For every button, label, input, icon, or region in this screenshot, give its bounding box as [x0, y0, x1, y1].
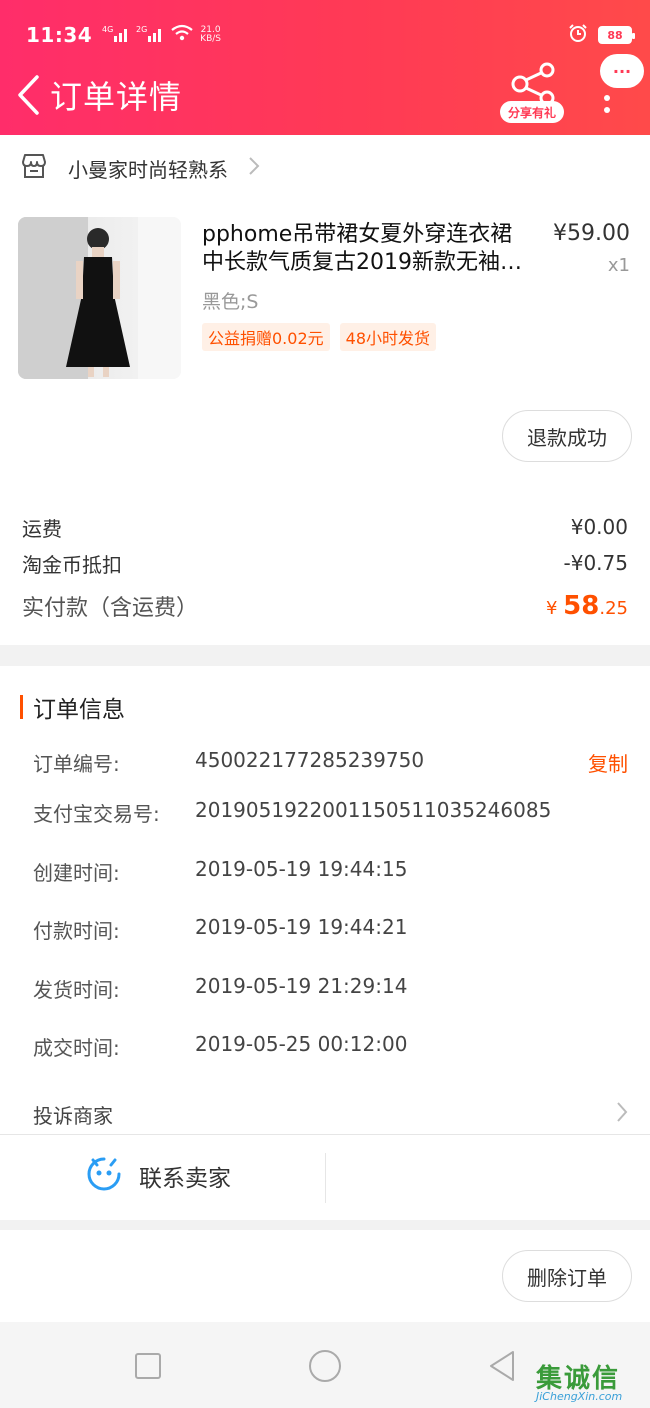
- product-quantity: x1: [607, 255, 630, 276]
- info-value: 450022177285239750: [195, 748, 425, 772]
- header-bar: 11:34 4G 2G 21.0 KB/S 88 订单详情 分享有礼 ···: [0, 0, 650, 135]
- info-row-completed: 成交时间: 2019-05-25 00:12:00: [33, 1026, 628, 1085]
- chevron-right-icon: [616, 1101, 628, 1128]
- square-icon: [135, 1353, 161, 1379]
- circle-icon: [309, 1350, 341, 1382]
- order-card: 小曼家时尚轻熟系 pphome吊带裙女夏外穿连衣裙中长款气质复古2019新款无袖…: [0, 135, 650, 645]
- status-icons: 4G 2G 21.0 KB/S: [102, 24, 221, 46]
- net-speed: 21.0 KB/S: [200, 26, 221, 44]
- shipping-label: 运费: [22, 516, 62, 541]
- contact-label: 联系卖家: [139, 1166, 231, 1192]
- divider: [325, 1153, 326, 1203]
- contact-seller-button[interactable]: 联系卖家: [85, 1155, 231, 1197]
- info-value: 2019-05-19 19:44:21: [195, 915, 408, 939]
- info-row-shipped: 发货时间: 2019-05-19 21:29:14: [33, 968, 628, 1027]
- action-bar: 删除订单: [0, 1230, 650, 1322]
- net-speed-unit: KB/S: [200, 34, 221, 44]
- info-row-created: 创建时间: 2019-05-19 19:44:15: [33, 851, 628, 910]
- info-value: 2019051922001150511035246085: [195, 798, 552, 822]
- watermark-sub: JiChengXin.com: [536, 1390, 623, 1403]
- info-value: 2019-05-19 19:44:15: [195, 856, 408, 881]
- info-row-paid: 付款时间: 2019-05-19 19:44:21: [33, 909, 628, 968]
- info-label: 付款时间:: [33, 919, 120, 943]
- product-title: pphome吊带裙女夏外穿连衣裙中长款气质复古2019新款无袖…: [202, 222, 522, 275]
- share-icon: [511, 62, 555, 106]
- accent-bar: [20, 695, 23, 719]
- signal-icon-2: 2G: [136, 24, 164, 46]
- chat-face-icon: [85, 1155, 123, 1197]
- fee-summary: 运费 ¥0.00 淘金币抵扣 -¥0.75 实付款（含运费） ¥ 58.25: [22, 509, 628, 631]
- status-bar: 11:34 4G 2G 21.0 KB/S 88: [26, 18, 635, 52]
- shop-header[interactable]: 小曼家时尚轻熟系: [20, 151, 260, 185]
- coin-row: 淘金币抵扣 -¥0.75: [22, 545, 628, 581]
- home-button[interactable]: [305, 1346, 345, 1386]
- info-row-alipay: 支付宝交易号: 2019051922001150511035246085: [33, 792, 628, 851]
- message-bubble-icon[interactable]: ···: [600, 54, 644, 88]
- total-integer: 58: [563, 591, 600, 621]
- total-currency: ¥: [545, 598, 558, 619]
- info-label: 订单编号:: [33, 752, 120, 776]
- copy-button[interactable]: 复制: [588, 748, 628, 777]
- total-decimal: .25: [599, 598, 628, 619]
- info-label: 成交时间:: [33, 1036, 120, 1060]
- coin-label: 淘金币抵扣: [22, 552, 122, 577]
- info-label: 发货时间:: [33, 977, 120, 1002]
- total-label: 实付款（含运费）: [22, 596, 199, 621]
- battery-icon: 88: [598, 26, 635, 44]
- page-title: 订单详情: [50, 78, 183, 116]
- recent-apps-button[interactable]: [128, 1346, 168, 1386]
- back-button[interactable]: [8, 65, 48, 125]
- delete-order-button[interactable]: 删除订单: [502, 1250, 632, 1302]
- order-info-card: 订单信息 订单编号: 450022177285239750 复制 支付宝交易号:…: [0, 666, 650, 1134]
- product-item[interactable]: pphome吊带裙女夏外穿连衣裙中长款气质复古2019新款无袖… ¥59.00 …: [18, 217, 632, 379]
- product-price: ¥59.00: [553, 221, 630, 246]
- net-a-label: 4G: [102, 25, 113, 34]
- complain-label: 投诉商家: [33, 1103, 113, 1128]
- system-back-button[interactable]: [482, 1346, 522, 1386]
- chevron-left-icon: [18, 75, 39, 115]
- nav-row: 订单详情 分享有礼 ···: [0, 54, 650, 130]
- total-row: 实付款（含运费） ¥ 58.25: [22, 581, 628, 631]
- signal-icon: 4G: [102, 24, 130, 46]
- status-time: 11:34: [26, 23, 93, 47]
- share-label: 分享有礼: [500, 101, 564, 123]
- tag-charity: 公益捐赠0.02元: [202, 323, 330, 351]
- product-sku: 黑色;S: [202, 291, 259, 313]
- product-image: [18, 217, 181, 379]
- coin-value: -¥0.75: [563, 551, 628, 575]
- contact-bar: 联系卖家: [0, 1134, 650, 1220]
- order-info-list: 订单编号: 450022177285239750 复制 支付宝交易号: 2019…: [33, 742, 628, 1085]
- watermark-logo: 集诚信 JiChengXin.com: [536, 1358, 648, 1406]
- complain-seller-row[interactable]: 投诉商家: [33, 1094, 628, 1134]
- chevron-right-icon: [248, 156, 260, 180]
- tag-shipping: 48小时发货: [339, 323, 437, 351]
- info-value: 2019-05-25 00:12:00: [195, 1032, 408, 1056]
- info-label: 创建时间:: [33, 860, 120, 885]
- shop-icon: [20, 153, 48, 183]
- order-info-header: 订单信息: [20, 692, 125, 723]
- share-button[interactable]: 分享有礼: [498, 62, 568, 124]
- product-tags: 公益捐赠0.02元 48小时发货: [202, 323, 437, 351]
- refund-status-button[interactable]: 退款成功: [502, 410, 632, 462]
- total-amount: ¥ 58.25: [546, 591, 628, 621]
- wifi-icon: [170, 24, 194, 46]
- shop-name: 小曼家时尚轻熟系: [68, 157, 228, 182]
- triangle-back-icon: [490, 1351, 514, 1381]
- net-b-label: 2G: [136, 25, 147, 34]
- info-label: 支付宝交易号:: [33, 802, 160, 826]
- alarm-icon: [568, 23, 588, 47]
- shipping-value: ¥0.00: [570, 515, 628, 539]
- order-info-title: 订单信息: [33, 697, 125, 723]
- info-value: 2019-05-19 21:29:14: [195, 973, 408, 998]
- shipping-row: 运费 ¥0.00: [22, 509, 628, 545]
- info-row-order-number: 订单编号: 450022177285239750 复制: [33, 742, 628, 792]
- status-right: 88: [568, 23, 635, 47]
